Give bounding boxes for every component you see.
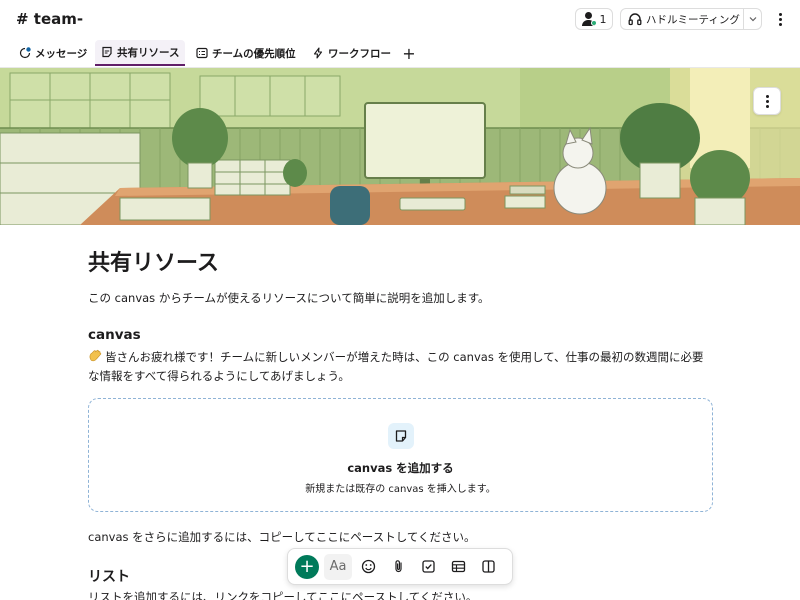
channel-more-button[interactable] [772, 8, 788, 30]
dropzone-title: canvas を追加する [347, 461, 454, 475]
tab-team-priorities[interactable]: チームの優先順位 [190, 40, 302, 66]
canvas-add-icon [388, 423, 414, 449]
checkbox-icon [421, 560, 435, 573]
channel-name[interactable]: # team- [16, 10, 83, 28]
emoji-icon [361, 559, 375, 574]
headphones-icon [628, 13, 642, 26]
table-icon [451, 560, 465, 573]
dropzone-subtitle: 新規または既存の canvas を挿入します。 [305, 484, 496, 495]
attach-button[interactable] [384, 554, 412, 580]
chevron-down-icon [749, 17, 757, 22]
waving-hand-icon [89, 349, 102, 362]
tab-label: ワークフロー [328, 47, 391, 60]
insert-button[interactable]: + [295, 554, 319, 579]
tab-label: 共有リソース [117, 46, 180, 59]
person-icon [581, 12, 597, 26]
checklist-button[interactable] [414, 554, 442, 580]
channel-header: # team- 1 ハドルミーティング [0, 0, 800, 38]
layout-icon [481, 560, 495, 573]
huddle-button: ハドルミーティング [620, 8, 762, 30]
section-body-line-2: な情報をすべて得られるようにしてあげましょう。 [88, 369, 350, 383]
banner-more-button[interactable] [753, 87, 781, 115]
member-count: 1 [599, 12, 607, 26]
section-body-line-1: 皆さんお疲れ様です！チームに新しいメンバーが増えた時は、この canvas を使… [105, 350, 704, 364]
page-title: 共有リソース [88, 251, 219, 276]
layout-button[interactable] [474, 554, 502, 580]
canvas-icon [102, 46, 112, 58]
tab-label: メッセージ [35, 47, 88, 60]
list-heading: リスト [88, 569, 130, 585]
members-button[interactable]: 1 [575, 8, 613, 30]
section-heading: canvas [88, 327, 141, 343]
canvas-banner-image [0, 68, 800, 225]
tab-messages[interactable]: メッセージ [13, 40, 93, 66]
intro-text: この canvas からチームが使えるリソースについて簡単に説明を追加します。 [88, 291, 490, 305]
canvas-toolbar: + Aa [287, 548, 513, 585]
tab-shared-resources[interactable]: 共有リソース [95, 40, 186, 66]
huddle-options-button[interactable] [743, 9, 761, 29]
add-canvas-dropzone[interactable]: canvas を追加する 新規または既存の canvas を挿入します。 [88, 398, 713, 512]
attachment-icon [394, 560, 402, 573]
message-icon [19, 47, 31, 59]
section-body: 皆さんお疲れ様です！チームに新しいメンバーが増えた時は、この canvas を使… [88, 348, 713, 386]
tab-label: チームの優先順位 [212, 47, 296, 60]
list-icon [196, 47, 208, 59]
list-instruction: リストを追加するには、リンクをコピーしてここにペーストしてください。 [88, 590, 478, 600]
text-format-button[interactable]: Aa [324, 553, 352, 580]
add-tab-button[interactable]: + [400, 42, 418, 64]
huddle-start-button[interactable]: ハドルミーティング [621, 9, 743, 29]
tab-workflows[interactable]: ワークフロー [306, 40, 397, 66]
paste-instruction: canvas をさらに追加するには、コピーしてここにペーストしてください。 [88, 530, 476, 544]
huddle-label: ハドルミーティング [646, 13, 740, 26]
bolt-icon [313, 47, 323, 59]
table-button[interactable] [444, 554, 472, 580]
emoji-button[interactable] [354, 554, 382, 580]
